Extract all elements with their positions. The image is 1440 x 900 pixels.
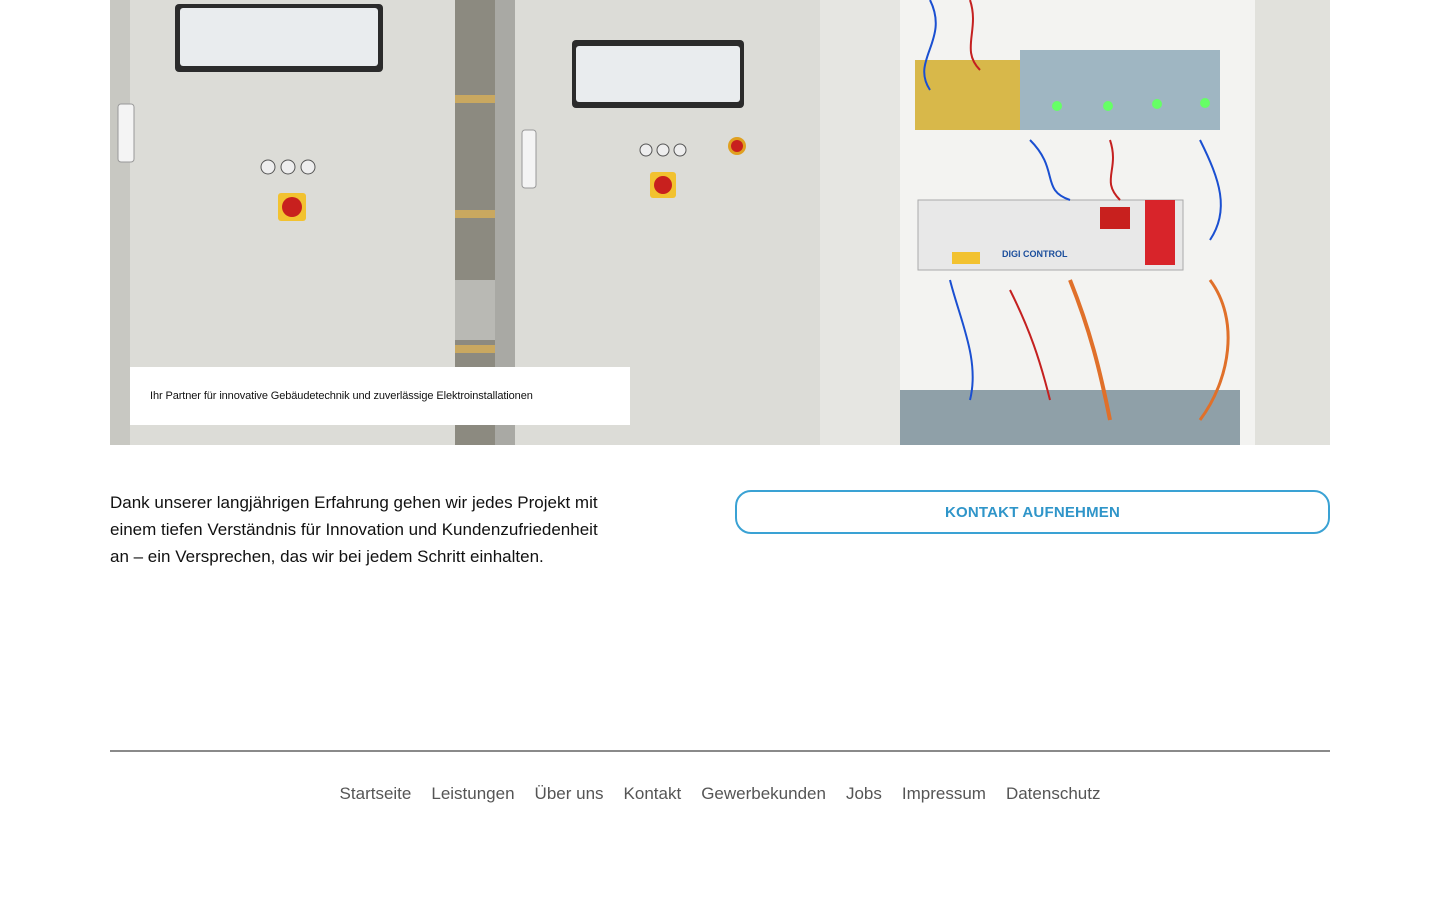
hero-caption: Ihr Partner für innovative Gebäudetechni… — [130, 367, 630, 425]
footer-link-kontakt[interactable]: Kontakt — [624, 784, 682, 804]
footer-link-ueber-uns[interactable]: Über uns — [535, 784, 604, 804]
footer-divider — [110, 750, 1330, 752]
hero-caption-text: Ihr Partner für innovative Gebäudetechni… — [150, 390, 533, 402]
footer-nav: Startseite Leistungen Über uns Kontakt G… — [0, 784, 1440, 804]
intro-text: Dank unserer langjährigen Erfahrung gehe… — [110, 493, 598, 566]
footer-link-impressum[interactable]: Impressum — [902, 784, 986, 804]
footer-link-leistungen[interactable]: Leistungen — [431, 784, 514, 804]
footer-link-gewerbekunden[interactable]: Gewerbekunden — [701, 784, 826, 804]
footer-link-startseite[interactable]: Startseite — [340, 784, 412, 804]
contact-button[interactable]: KONTAKT AUFNEHMEN — [735, 490, 1330, 534]
footer-link-datenschutz[interactable]: Datenschutz — [1006, 784, 1101, 804]
footer-link-jobs[interactable]: Jobs — [846, 784, 882, 804]
svg-text:DIGI CONTROL: DIGI CONTROL — [1002, 249, 1068, 259]
